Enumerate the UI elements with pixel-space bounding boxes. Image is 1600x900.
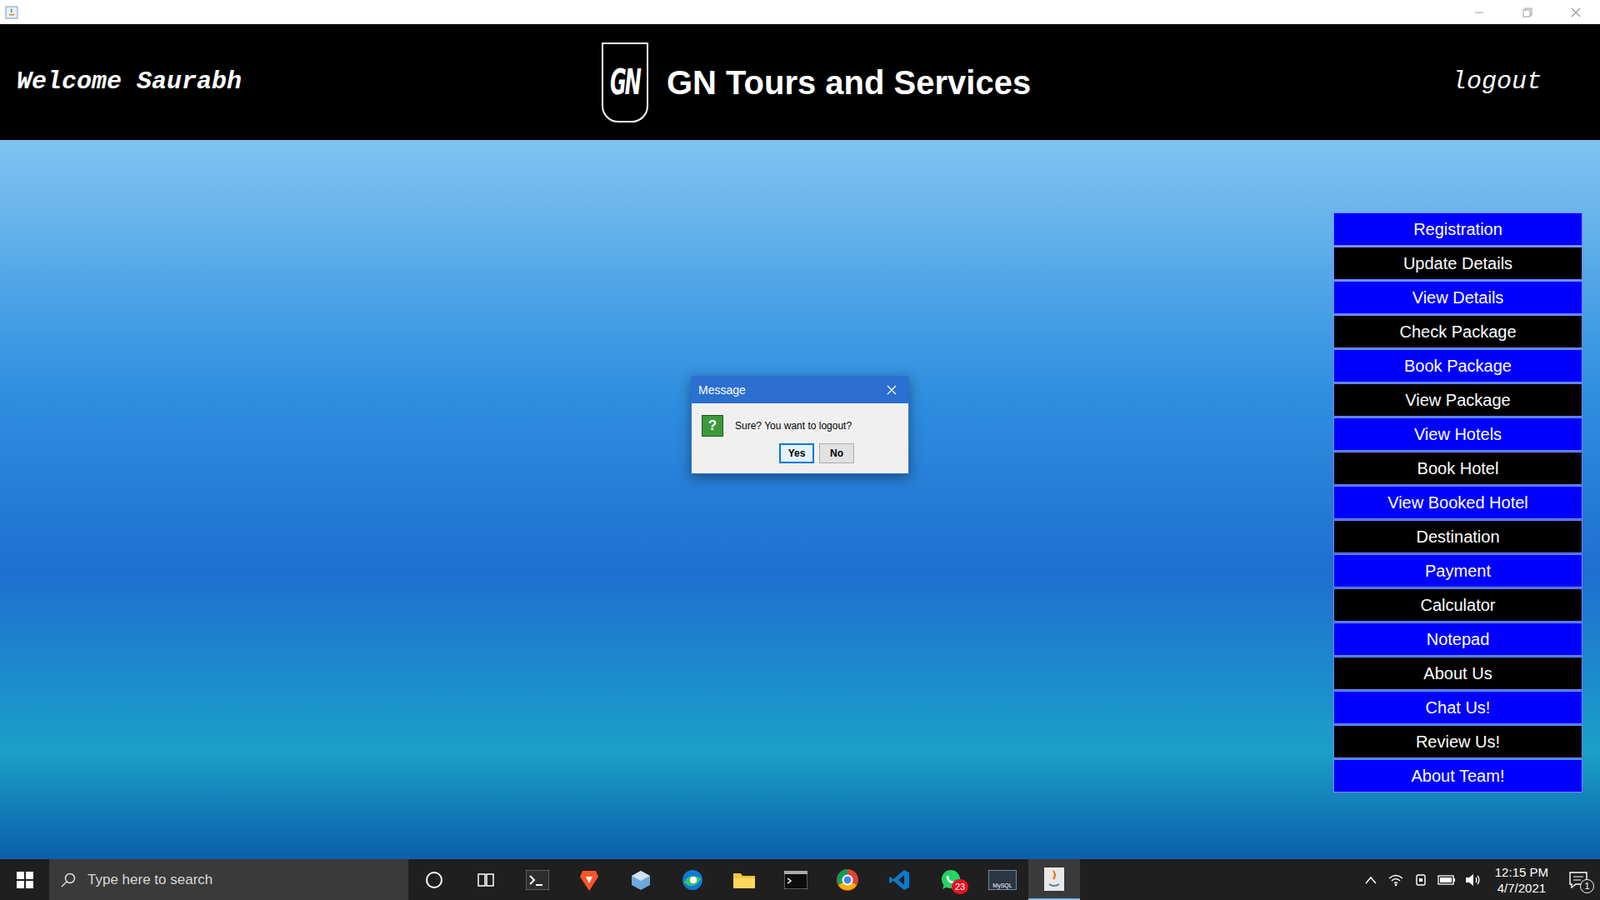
minimize-icon[interactable] [1455,0,1504,25]
clock-date: 4/7/2021 [1497,880,1546,896]
welcome-area: Welcome Saurabh [0,63,602,101]
menu-item[interactable]: Registration [1333,212,1583,246]
menu-item[interactable]: About Us [1333,656,1583,690]
menu-item[interactable]: Payment [1333,554,1583,588]
device-icon[interactable] [1408,873,1434,887]
chrome[interactable] [821,859,874,900]
dialog-body: ? Sure? You want to logout? [691,403,909,437]
cortana-icon [425,870,444,890]
dialog-title-bar: Message [691,376,909,404]
close-icon[interactable] [1551,0,1600,25]
whatsapp[interactable]: 23 [925,859,977,900]
background-photo: RegistrationUpdate DetailsView DetailsCh… [0,140,1600,860]
file-explorer-icon [732,870,756,890]
app-title: GN Tours and Services [666,57,1031,108]
start-icon[interactable] [0,859,50,900]
brand: GN GN Tours and Services [601,42,1031,123]
logout-area: logout [1030,63,1600,101]
dialog-title: Message [698,381,746,400]
menu-item[interactable]: About Team! [1333,759,1583,793]
menu-item[interactable]: View Booked Hotel [1333,485,1583,520]
dialog-buttons: YesNo [691,436,909,474]
brave-icon [579,868,600,892]
mysql-workbench[interactable]: MySQL [976,859,1029,900]
volume-icon[interactable] [1460,873,1487,887]
clock[interactable]: 12:15 PM4/7/2021 [1486,864,1557,896]
restore-icon[interactable] [1503,0,1552,25]
mysql-icon: MySQL [988,870,1017,890]
cortana[interactable] [408,859,460,900]
side-menu: RegistrationUpdate DetailsView DetailsCh… [1333,212,1583,793]
menu-item[interactable]: Update Details [1333,246,1583,280]
action-center[interactable]: 1 [1556,859,1600,900]
dialog-message: Sure? You want to logout? [735,418,852,434]
whatsapp-badge: 23 [951,879,969,895]
dialog-close-icon[interactable] [875,376,909,404]
command-prompt[interactable] [770,859,822,900]
task-view-icon [476,870,495,890]
title-bar [0,0,1600,25]
java-app[interactable] [1028,859,1080,900]
mysql-label: MySQL [992,881,1012,890]
3d-viewer[interactable] [615,859,667,900]
notification-count: 1 [1580,879,1595,894]
brave[interactable] [563,859,615,900]
question-icon: ? [701,415,724,437]
battery-icon[interactable] [1433,875,1460,885]
search-icon [60,872,76,888]
search-placeholder[interactable]: Type here to search [87,869,213,891]
menu-item[interactable]: Review Us! [1333,725,1583,759]
edge-icon [680,868,705,892]
menu-item[interactable]: Book Package [1333,349,1583,383]
terminal-icon [525,870,550,890]
menu-item[interactable]: Calculator [1333,588,1583,622]
menu-item[interactable]: Check Package [1333,315,1583,349]
app-screen: Welcome Saurabh GN GN Tours and Services lo… [0,0,1600,900]
3d-viewer-icon [630,869,652,891]
menu-item[interactable]: View Package [1333,383,1583,417]
clock-time: 12:15 PM [1495,864,1549,880]
logo-text: GN [610,55,640,110]
system-tray: 12:15 PM4/7/2021 1 [1080,859,1600,900]
logout-dialog: Message? Sure? You want to logout? YesNo [690,375,910,475]
task-view[interactable] [460,859,512,900]
vscode[interactable] [873,859,925,900]
taskbar: Type here to search 23 MySQL 12:15 PM4/7/20… [0,859,1600,900]
dialog-button[interactable]: No [819,443,855,464]
terminal[interactable] [511,859,564,900]
wifi-icon[interactable] [1383,873,1409,887]
file-explorer[interactable] [718,859,770,900]
dialog-button[interactable]: Yes [779,443,815,464]
menu-item[interactable]: Chat Us! [1333,690,1583,725]
chevron-up-icon[interactable] [1358,875,1384,885]
vscode-icon [888,869,910,891]
welcome-text: Welcome Saurabh [16,67,242,96]
menu-item[interactable]: Book Hotel [1333,451,1583,485]
menu-item[interactable]: View Hotels [1333,417,1583,451]
java-app-icon [1044,867,1065,891]
menu-item[interactable]: View Details [1333,280,1583,315]
java-app-icon [5,5,19,20]
taskbar-apps: 23 MySQL [408,859,1080,900]
logo: GN [601,42,649,123]
command-prompt-icon [784,870,808,890]
logout-link[interactable]: logout [1451,63,1542,101]
edge[interactable] [666,859,719,900]
chrome-icon [835,868,860,892]
header: Welcome Saurabh GN GN Tours and Services lo… [0,24,1600,140]
window-controls [1455,0,1600,25]
search-box[interactable]: Type here to search [49,859,409,900]
menu-item[interactable]: Notepad [1333,622,1583,656]
menu-item[interactable]: Destination [1333,520,1583,554]
